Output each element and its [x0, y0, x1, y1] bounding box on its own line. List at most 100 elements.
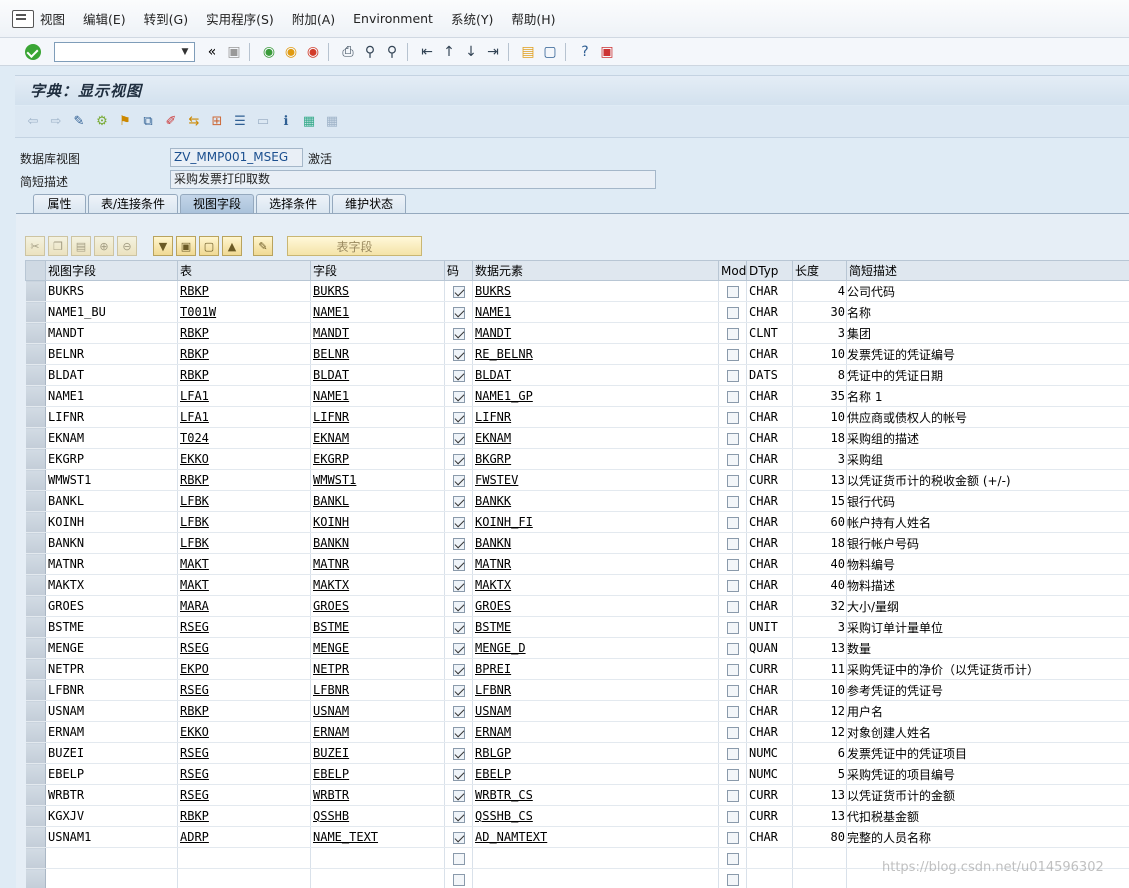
row-selector[interactable] — [25, 280, 46, 302]
row-selector[interactable] — [25, 469, 46, 491]
menu-help[interactable]: 帮助(H) — [511, 9, 555, 28]
key-checkbox[interactable] — [452, 516, 465, 529]
empty-cell[interactable] — [45, 868, 178, 888]
mod-checkbox[interactable] — [726, 663, 739, 676]
check-icon[interactable]: ⚙ — [92, 112, 112, 132]
data-element-cell[interactable]: BKGRP — [472, 448, 719, 470]
data-element-cell[interactable]: FWSTEV — [472, 469, 719, 491]
view-field-cell[interactable]: NAME1 — [45, 385, 178, 407]
field-cell[interactable]: BUZEI — [310, 742, 445, 764]
field-cell[interactable]: ERNAM — [310, 721, 445, 743]
field-cell[interactable]: WRBTR — [310, 784, 445, 806]
mod-checkbox[interactable] — [726, 747, 739, 760]
row-selector[interactable] — [25, 826, 46, 848]
row-selector[interactable] — [25, 511, 46, 533]
field-cell[interactable]: NAME1 — [310, 385, 445, 407]
view-field-cell[interactable]: BELNR — [45, 343, 178, 365]
data-element-cell[interactable]: NAME1 — [472, 301, 719, 323]
row-selector[interactable] — [25, 448, 46, 470]
view-field-cell[interactable]: LIFNR — [45, 406, 178, 428]
mod-checkbox[interactable] — [726, 642, 739, 655]
empty-cell[interactable] — [472, 847, 719, 869]
col-field[interactable]: 字段 — [310, 260, 445, 281]
key-checkbox[interactable] — [452, 411, 465, 424]
key-checkbox[interactable] — [452, 453, 465, 466]
mod-checkbox[interactable] — [726, 474, 739, 487]
field-cell[interactable]: USNAM — [310, 700, 445, 722]
view-field-cell[interactable]: BLDAT — [45, 364, 178, 386]
key-checkbox[interactable] — [452, 579, 465, 592]
key-checkbox[interactable] — [452, 495, 465, 508]
mod-checkbox[interactable] — [726, 579, 739, 592]
data-element-cell[interactable]: LFBNR — [472, 679, 719, 701]
field-cell[interactable]: BLDAT — [310, 364, 445, 386]
key-checkbox[interactable] — [452, 474, 465, 487]
mod-checkbox[interactable] — [726, 873, 739, 886]
field-cell[interactable]: BANKN — [310, 532, 445, 554]
view-field-cell[interactable]: BANKN — [45, 532, 178, 554]
table-cell[interactable]: T024 — [177, 427, 311, 449]
view-field-cell[interactable]: MAKTX — [45, 574, 178, 596]
delete-row-icon[interactable]: ⊖ — [117, 236, 137, 256]
field-cell[interactable]: BSTME — [310, 616, 445, 638]
mod-checkbox[interactable] — [726, 495, 739, 508]
table-row[interactable]: ERNAM EKKO ERNAM ERNAM CHAR 12 对象创建人姓名 — [25, 721, 1129, 743]
field-cell[interactable]: NAME_TEXT — [310, 826, 445, 848]
field-cell[interactable]: QSSHB — [310, 805, 445, 827]
table-row[interactable]: LFBNR RSEG LFBNR LFBNR CHAR 10 参考凭证的凭证号 — [25, 679, 1129, 701]
table-row[interactable]: BANKN LFBK BANKN BANKN CHAR 18 银行帐户号码 — [25, 532, 1129, 554]
table-cell[interactable]: LFBK — [177, 511, 311, 533]
view-field-cell[interactable]: MATNR — [45, 553, 178, 575]
mod-checkbox[interactable] — [726, 684, 739, 697]
table-cell[interactable]: LFBK — [177, 532, 311, 554]
double-chevron-left-icon[interactable]: « — [203, 43, 221, 61]
help-icon[interactable]: ? — [576, 43, 594, 61]
field-cell[interactable]: MATNR — [310, 553, 445, 575]
table-cell[interactable]: RBKP — [177, 343, 311, 365]
layout-menu-icon[interactable]: ▣ — [598, 43, 616, 61]
table-row[interactable]: USNAM RBKP USNAM USNAM CHAR 12 用户名 — [25, 700, 1129, 722]
row-selector[interactable] — [25, 427, 46, 449]
data-element-cell[interactable]: BUKRS — [472, 280, 719, 302]
table-fields-button[interactable]: 表字段 — [287, 236, 422, 256]
menu-environment[interactable]: Environment — [353, 11, 433, 26]
data-element-cell[interactable]: BANKK — [472, 490, 719, 512]
table-cell[interactable]: T001W — [177, 301, 311, 323]
key-checkbox[interactable] — [452, 327, 465, 340]
empty-cell[interactable] — [45, 847, 178, 869]
back-icon[interactable]: ◉ — [260, 43, 278, 61]
last-page-icon[interactable]: ⇥ — [484, 43, 502, 61]
tab-attributes[interactable]: 属性 — [33, 194, 86, 214]
row-selector[interactable] — [25, 847, 46, 869]
field-cell[interactable]: BUKRS — [310, 280, 445, 302]
table-row[interactable]: WRBTR RSEG WRBTR WRBTR_CS CURR 13 以凭证货币计的金额 — [25, 784, 1129, 806]
view-field-cell[interactable]: LFBNR — [45, 679, 178, 701]
view-field-cell[interactable]: NAME1_BU — [45, 301, 178, 323]
table-cell[interactable]: EKKO — [177, 721, 311, 743]
select-all-cell[interactable] — [25, 260, 46, 281]
window-icon[interactable]: ▭ — [253, 112, 273, 132]
empty-cell[interactable] — [472, 868, 719, 888]
table-cell[interactable]: MARA — [177, 595, 311, 617]
col-table[interactable]: 表 — [177, 260, 311, 281]
data-element-cell[interactable]: AD_NAMTEXT — [472, 826, 719, 848]
table-row[interactable]: BSTME RSEG BSTME BSTME UNIT 3 采购订单计量单位 — [25, 616, 1129, 638]
mod-checkbox[interactable] — [726, 432, 739, 445]
menu-utilities[interactable]: 实用程序(S) — [206, 9, 274, 28]
view-field-cell[interactable]: EKGRP — [45, 448, 178, 470]
table-cell[interactable]: RSEG — [177, 763, 311, 785]
view-field-cell[interactable]: BSTME — [45, 616, 178, 638]
empty-cell[interactable] — [310, 847, 445, 869]
mod-checkbox[interactable] — [726, 348, 739, 361]
view-field-cell[interactable]: BANKL — [45, 490, 178, 512]
grid-icon[interactable]: ▦ — [322, 112, 342, 132]
col-mod[interactable]: Mod — [718, 260, 747, 281]
key-checkbox[interactable] — [452, 768, 465, 781]
row-selector[interactable] — [25, 637, 46, 659]
row-selector[interactable] — [25, 742, 46, 764]
table-cell[interactable]: LFBK — [177, 490, 311, 512]
data-element-cell[interactable]: MENGE_D — [472, 637, 719, 659]
key-checkbox[interactable] — [452, 285, 465, 298]
data-element-cell[interactable]: BPREI — [472, 658, 719, 680]
data-element-cell[interactable]: RBLGP — [472, 742, 719, 764]
